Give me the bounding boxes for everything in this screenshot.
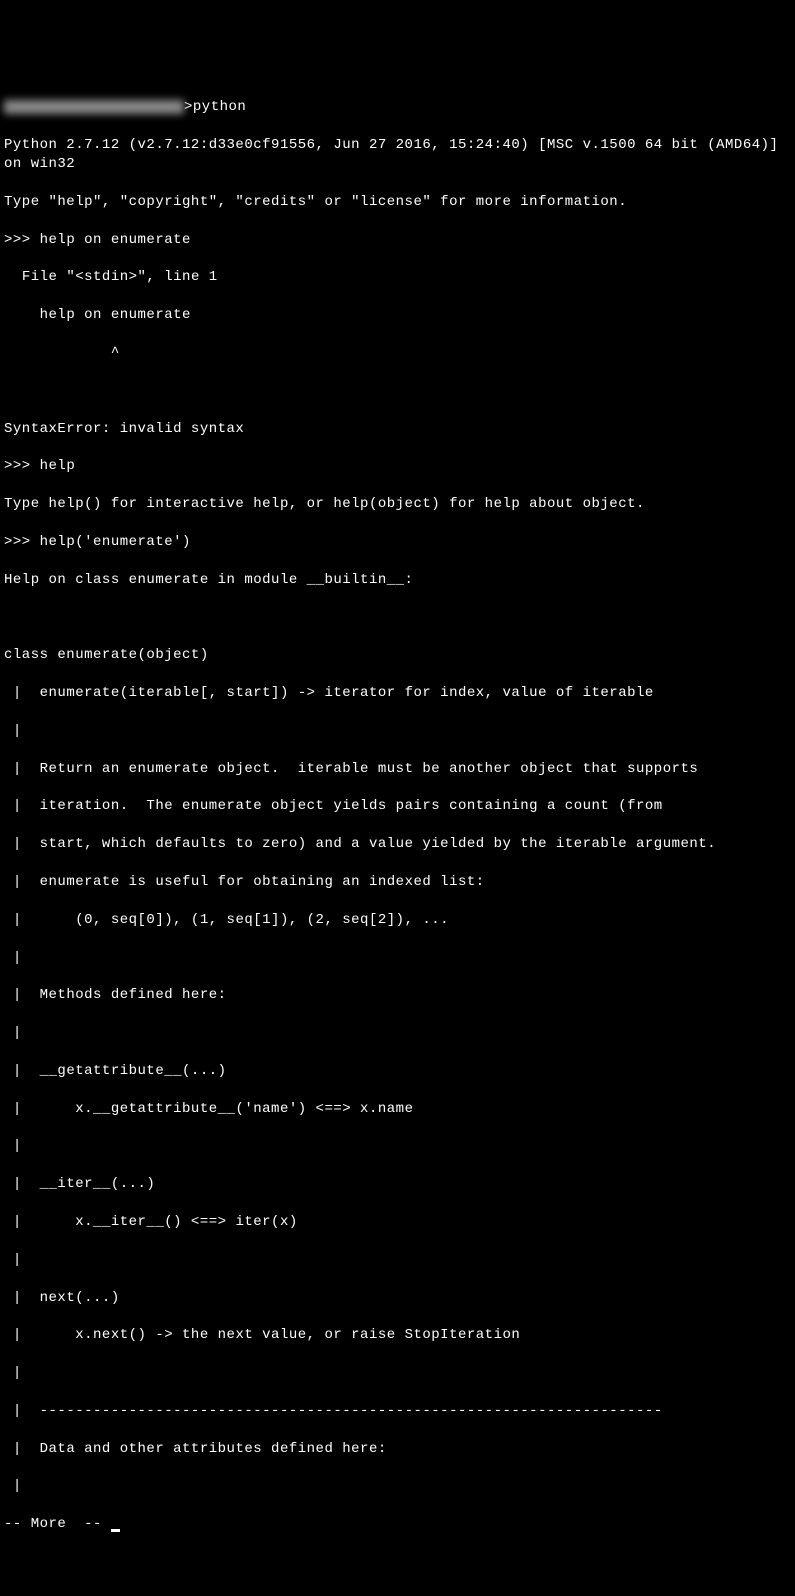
repl-line-2: >>> help: [4, 457, 791, 476]
help-desc: | start, which defaults to zero) and a v…: [4, 835, 791, 854]
terminal-window[interactable]: >python Python 2.7.12 (v2.7.12:d33e0cf91…: [4, 80, 791, 1553]
help-blank: |: [4, 1251, 791, 1270]
command-text: python: [193, 99, 246, 115]
help-desc: | (0, seq[0]), (1, seq[1]), (2, seq[2]),…: [4, 911, 791, 930]
repl-line-3: >>> help('enumerate'): [4, 533, 791, 552]
repl-input-2: help: [40, 458, 76, 474]
help-separator: | --------------------------------------…: [4, 1402, 791, 1421]
blank-line: [4, 382, 791, 401]
repl-prompt: >>>: [4, 458, 40, 474]
traceback-echo: help on enumerate: [4, 306, 791, 325]
blank-line: [4, 609, 791, 628]
help-blank: |: [4, 1024, 791, 1043]
method-doc-getattr: | x.__getattribute__('name') <==> x.name: [4, 1100, 791, 1119]
method-sig-next: | next(...): [4, 1289, 791, 1308]
repl-line-1: >>> help on enumerate: [4, 231, 791, 250]
help-desc: | iteration. The enumerate object yields…: [4, 797, 791, 816]
help-header: Help on class enumerate in module __buil…: [4, 571, 791, 590]
python-help-hint: Type "help", "copyright", "credits" or "…: [4, 193, 791, 212]
repl-input-1: help on enumerate: [40, 232, 191, 248]
repl-prompt: >>>: [4, 534, 40, 550]
traceback-file: File "<stdin>", line 1: [4, 268, 791, 287]
help-desc: | Return an enumerate object. iterable m…: [4, 760, 791, 779]
help-blank: |: [4, 1137, 791, 1156]
command-line: >python: [4, 98, 791, 117]
syntax-error: SyntaxError: invalid syntax: [4, 420, 791, 439]
method-sig-getattr: | __getattribute__(...): [4, 1062, 791, 1081]
repl-prompt: >>>: [4, 232, 40, 248]
python-version: Python 2.7.12 (v2.7.12:d33e0cf91556, Jun…: [4, 136, 791, 174]
cursor: [111, 1529, 120, 1532]
help-blank: |: [4, 1477, 791, 1496]
help-sig: | enumerate(iterable[, start]) -> iterat…: [4, 684, 791, 703]
help-desc: | enumerate is useful for obtaining an i…: [4, 873, 791, 892]
method-doc-iter: | x.__iter__() <==> iter(x): [4, 1213, 791, 1232]
methods-header: | Methods defined here:: [4, 986, 791, 1005]
blurred-path: [4, 100, 184, 114]
pager-more[interactable]: -- More --: [4, 1515, 791, 1534]
help-blank: |: [4, 722, 791, 741]
more-prompt: -- More --: [4, 1516, 111, 1532]
help-repr: Type help() for interactive help, or hel…: [4, 495, 791, 514]
help-blank: |: [4, 949, 791, 968]
traceback-caret: ^: [4, 344, 791, 363]
data-attrs-header: | Data and other attributes defined here…: [4, 1440, 791, 1459]
method-doc-next: | x.next() -> the next value, or raise S…: [4, 1326, 791, 1345]
repl-input-3: help('enumerate'): [40, 534, 191, 550]
prompt-char: >: [184, 99, 193, 115]
help-blank: |: [4, 1364, 791, 1383]
method-sig-iter: | __iter__(...): [4, 1175, 791, 1194]
class-signature: class enumerate(object): [4, 646, 791, 665]
